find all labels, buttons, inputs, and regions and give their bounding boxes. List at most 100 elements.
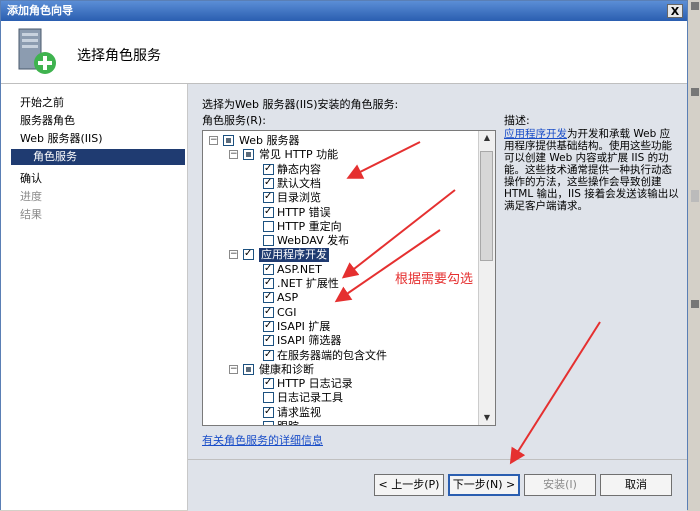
window-title: 添加角色向导 bbox=[7, 4, 73, 17]
tree-item-label: ASP bbox=[277, 291, 299, 305]
tree-item-label: 日志记录工具 bbox=[277, 391, 343, 405]
nav-item-role-services[interactable]: 角色服务 bbox=[11, 149, 185, 165]
wizard-nav: 开始之前 服务器角色 Web 服务器(IIS) 角色服务 确认 进度 结果 bbox=[1, 84, 188, 510]
nav-item-results: 结果 bbox=[20, 208, 42, 221]
tree-checkbox[interactable] bbox=[243, 363, 254, 375]
tree-item-label: 请求监视 bbox=[277, 405, 321, 419]
tree-checkbox[interactable] bbox=[243, 247, 254, 261]
tree-item[interactable]: ISAPI 筛选器 bbox=[203, 333, 479, 348]
tree-checkbox[interactable] bbox=[263, 319, 274, 333]
tree-checkbox[interactable] bbox=[223, 135, 234, 146]
tree-checkbox[interactable] bbox=[263, 290, 274, 304]
nav-item-confirmation[interactable]: 确认 bbox=[20, 170, 42, 186]
tree-checkbox[interactable] bbox=[263, 333, 274, 347]
tree-checkbox[interactable] bbox=[263, 276, 274, 290]
tree-item-label: 在服务器端的包含文件 bbox=[277, 348, 387, 362]
tree-item[interactable]: 请求监视 bbox=[203, 405, 479, 420]
tree-checkbox[interactable] bbox=[243, 149, 254, 161]
tree-item-label: 健康和诊断 bbox=[259, 362, 314, 376]
background-window-edge bbox=[688, 0, 700, 510]
tree-item[interactable]: − 健康和诊断 bbox=[203, 363, 479, 377]
tree-item[interactable]: − Web 服务器 bbox=[203, 134, 479, 148]
collapse-icon[interactable]: − bbox=[209, 136, 218, 145]
tree-item[interactable]: − 常见 HTTP 功能 bbox=[203, 148, 479, 162]
tree-item[interactable]: 默认文档 bbox=[203, 176, 479, 191]
tree-item[interactable]: 跟踪 bbox=[203, 420, 479, 425]
edge-marker bbox=[691, 88, 699, 96]
description-text: 应用程序开发为开发和承载 Web 应用程序提供基础结构。使用这些功能可以创建 W… bbox=[504, 128, 680, 212]
button-bar: < 上一步(P) 下一步(N) > 安装(I) 取消 bbox=[188, 459, 687, 511]
nav-item-web-server-iis[interactable]: Web 服务器(IIS) bbox=[20, 130, 103, 146]
scroll-thumb[interactable] bbox=[480, 151, 493, 261]
tree-item-label: ISAPI 扩展 bbox=[277, 319, 331, 333]
tree-scrollbar[interactable]: ▲ ▼ bbox=[478, 131, 495, 425]
server-add-icon bbox=[18, 28, 56, 74]
tree-item[interactable]: WebDAV 发布 bbox=[203, 234, 479, 248]
tree-item[interactable]: ISAPI 扩展 bbox=[203, 319, 479, 334]
tree-item-label: HTTP 日志记录 bbox=[277, 377, 353, 391]
tree-checkbox[interactable] bbox=[263, 348, 274, 362]
tree-item[interactable]: − 应用程序开发 bbox=[203, 247, 479, 263]
tree-item-label: 静态内容 bbox=[277, 162, 321, 176]
tree-checkbox[interactable] bbox=[263, 405, 274, 419]
tree-item-label: ISAPI 筛选器 bbox=[277, 334, 342, 348]
edge-marker bbox=[691, 2, 699, 10]
tree-checkbox[interactable] bbox=[263, 376, 274, 390]
tree-checkbox[interactable] bbox=[263, 421, 274, 425]
more-info-link[interactable]: 有关角色服务的详细信息 bbox=[202, 432, 323, 448]
tree-checkbox[interactable] bbox=[263, 190, 274, 204]
tree-item-label: 常见 HTTP 功能 bbox=[259, 148, 339, 162]
instruction-text: 选择为Web 服务器(IIS)安装的角色服务: bbox=[202, 98, 399, 111]
tree-item[interactable]: HTTP 日志记录 bbox=[203, 376, 479, 391]
install-button: 安装(I) bbox=[524, 474, 596, 496]
nav-item-server-roles[interactable]: 服务器角色 bbox=[20, 112, 75, 128]
description-link[interactable]: 应用程序开发 bbox=[504, 128, 567, 140]
collapse-icon[interactable]: − bbox=[229, 250, 238, 260]
tree-item-label: WebDAV 发布 bbox=[277, 234, 350, 248]
tree-checkbox[interactable] bbox=[263, 220, 274, 232]
scroll-up-icon[interactable]: ▲ bbox=[479, 131, 495, 145]
tree-checkbox[interactable] bbox=[263, 205, 274, 219]
tree-item-label: Web 服务器 bbox=[239, 134, 300, 147]
edge-marker bbox=[691, 190, 699, 202]
previous-button[interactable]: < 上一步(P) bbox=[374, 474, 444, 496]
tree-checkbox[interactable] bbox=[263, 162, 274, 176]
close-icon[interactable]: X bbox=[667, 4, 683, 18]
edge-marker bbox=[691, 300, 699, 308]
main-content: 选择为Web 服务器(IIS)安装的角色服务: 角色服务(R): ▲ ▼ − We… bbox=[188, 84, 687, 459]
description-body: 为开发和承载 Web 应用程序提供基础结构。使用这些功能可以创建 Web 内容或… bbox=[504, 128, 679, 212]
tree-item-label: HTTP 重定向 bbox=[277, 219, 342, 233]
tree-item[interactable]: 目录浏览 bbox=[203, 190, 479, 205]
tree-item[interactable]: CGI bbox=[203, 305, 479, 320]
tree-item-label: 跟踪 bbox=[277, 420, 299, 425]
tree-item[interactable]: HTTP 重定向 bbox=[203, 220, 479, 234]
tree-checkbox[interactable] bbox=[263, 305, 274, 319]
tree-item[interactable]: 在服务器端的包含文件 bbox=[203, 348, 479, 363]
annotation-text: 根据需要勾选 bbox=[395, 272, 474, 287]
scroll-down-icon[interactable]: ▼ bbox=[479, 411, 495, 425]
collapse-icon[interactable]: − bbox=[229, 150, 238, 160]
wizard-window: 添加角色向导 X 选择角色服务 开始之前 服务器角色 Web 服务器(IIS) … bbox=[0, 0, 688, 511]
wizard-header: 选择角色服务 bbox=[1, 21, 687, 84]
title-bar: 添加角色向导 X bbox=[1, 1, 687, 21]
tree-item[interactable]: 静态内容 bbox=[203, 162, 479, 177]
cancel-button[interactable]: 取消 bbox=[600, 474, 672, 496]
tree-checkbox[interactable] bbox=[263, 262, 274, 276]
tree-item-label: 目录浏览 bbox=[277, 191, 321, 205]
tree-item[interactable]: ASP bbox=[203, 290, 479, 305]
tree-item-label: ASP.NET bbox=[277, 262, 322, 276]
nav-item-progress: 进度 bbox=[20, 190, 42, 203]
tree-item-label: .NET 扩展性 bbox=[277, 277, 339, 290]
tree-checkbox[interactable] bbox=[263, 392, 274, 404]
tree-item-label: 默认文档 bbox=[277, 176, 321, 190]
collapse-icon[interactable]: − bbox=[229, 364, 238, 374]
tree-checkbox[interactable] bbox=[263, 176, 274, 190]
tree-checkbox[interactable] bbox=[263, 235, 274, 247]
role-services-label: 角色服务(R): bbox=[202, 114, 266, 127]
next-button[interactable]: 下一步(N) > bbox=[448, 474, 520, 496]
description-label: 描述: bbox=[504, 114, 530, 127]
tree-item[interactable]: HTTP 错误 bbox=[203, 205, 479, 220]
nav-item-before-you-begin[interactable]: 开始之前 bbox=[20, 94, 64, 110]
tree-item-label: CGI bbox=[277, 305, 297, 319]
tree-item[interactable]: 日志记录工具 bbox=[203, 391, 479, 405]
